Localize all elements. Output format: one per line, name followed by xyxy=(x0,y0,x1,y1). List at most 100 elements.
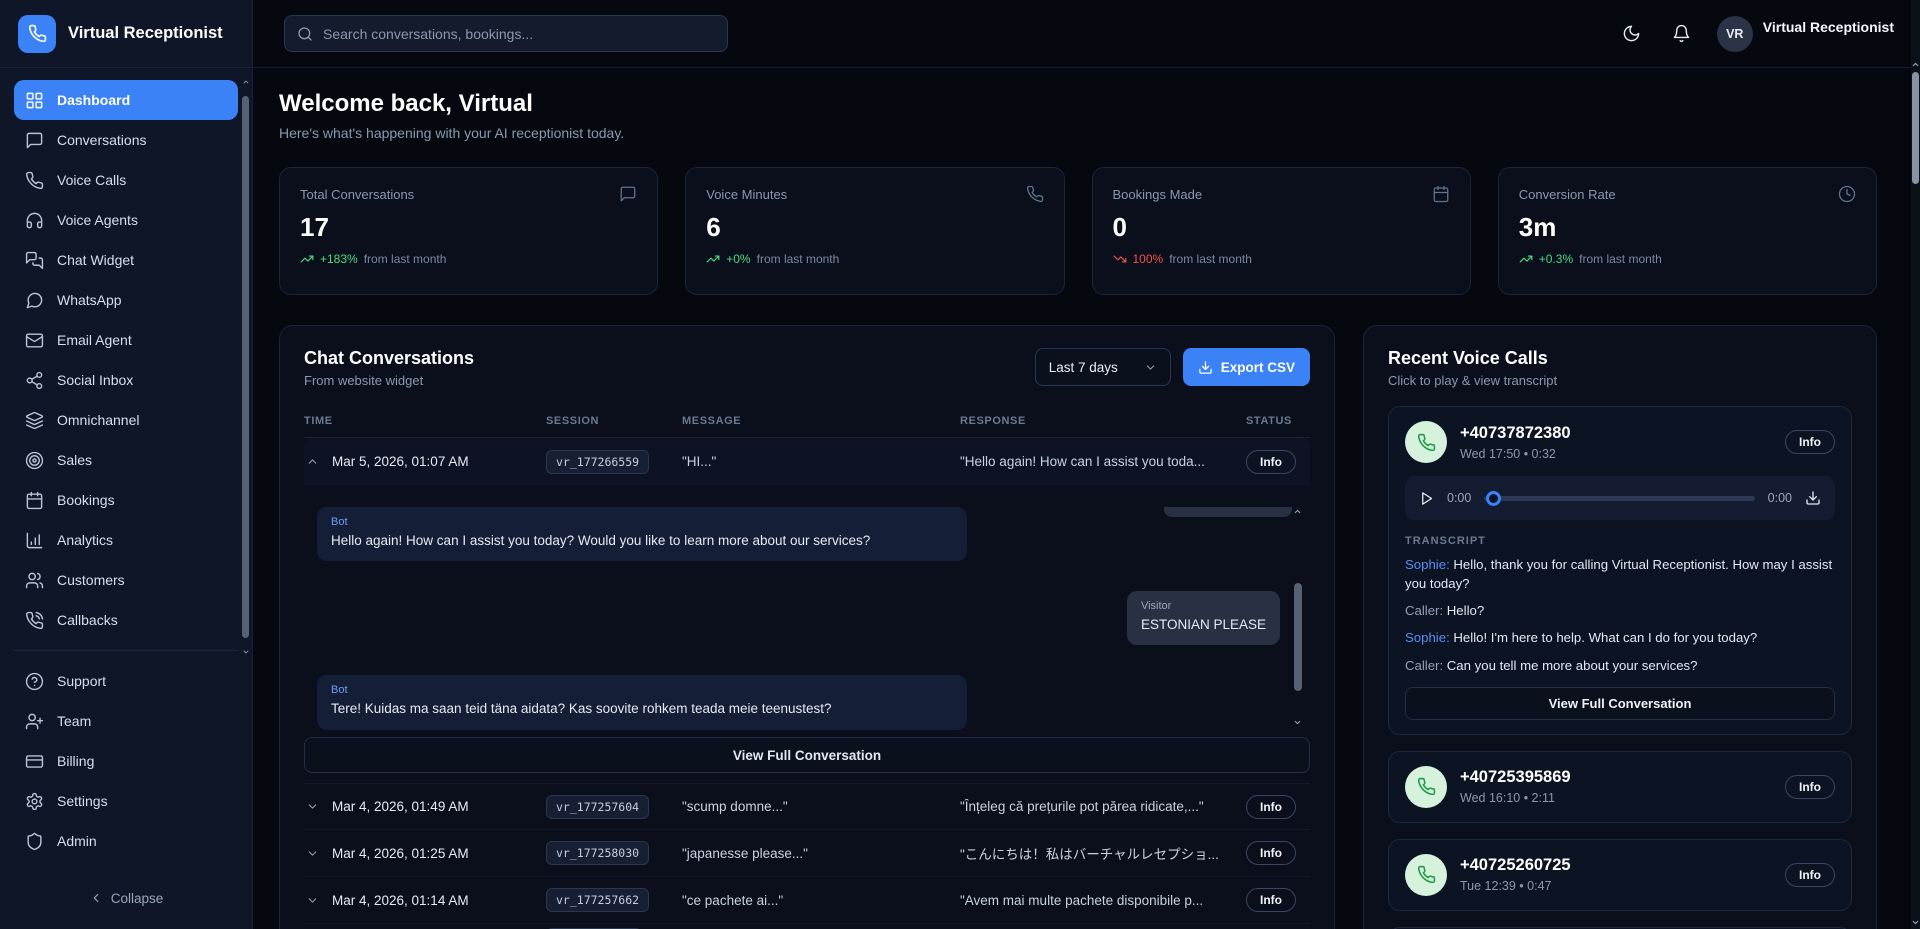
chevron-down-icon[interactable] xyxy=(1911,918,1920,927)
stat-card-total-conversations: Total Conversations 17 +183% from last m… xyxy=(279,167,658,295)
sidebar-item-billing[interactable]: Billing xyxy=(14,741,238,781)
transcript-label: TRANSCRIPT xyxy=(1405,535,1835,547)
sidebar-collapse-button[interactable]: Collapse xyxy=(0,881,252,915)
chevron-up-icon[interactable] xyxy=(242,78,250,86)
sidebar-item-voice-agents[interactable]: Voice Agents xyxy=(14,200,238,240)
sidebar-item-voice-calls[interactable]: Voice Calls xyxy=(14,160,238,200)
notifications-button[interactable] xyxy=(1667,19,1697,49)
sidebar-scrollbar-thumb[interactable] xyxy=(242,96,249,638)
stat-card-conversion-rate: Conversion Rate 3m +0.3% from last month xyxy=(1498,167,1877,295)
users-icon xyxy=(25,571,44,590)
call-number: +40725395869 xyxy=(1460,768,1571,787)
message-text: ESTONIAN PLEASE xyxy=(1141,616,1266,634)
chevron-down-icon xyxy=(306,894,319,907)
info-button[interactable]: Info xyxy=(1246,795,1296,819)
avatar[interactable]: VR xyxy=(1717,16,1753,52)
info-button[interactable]: Info xyxy=(1785,430,1835,454)
topbar: VR Virtual Receptionist xyxy=(253,0,1920,68)
sidebar-item-customers[interactable]: Customers xyxy=(14,560,238,600)
page-scrollbar-thumb[interactable] xyxy=(1912,72,1919,184)
player-seek-slider[interactable] xyxy=(1484,491,1754,506)
chevron-down-icon[interactable] xyxy=(242,648,250,656)
page-title: Welcome back, Virtual xyxy=(279,90,1877,118)
view-full-conversation-button[interactable]: View Full Conversation xyxy=(304,737,1310,773)
sidebar-item-chat-widget[interactable]: Chat Widget xyxy=(14,240,238,280)
calendar-icon xyxy=(1432,185,1450,203)
sidebar-item-email-agent[interactable]: Email Agent xyxy=(14,320,238,360)
call-card[interactable]: +40737872380 Wed 17:50 • 0:32 Info 0:00 … xyxy=(1388,406,1852,735)
row-time: Mar 4, 2026, 01:25 AM xyxy=(332,846,469,861)
sidebar-item-admin[interactable]: Admin xyxy=(14,821,238,861)
stat-delta-value: +183% xyxy=(320,252,358,266)
sidebar-item-label: Support xyxy=(57,673,106,689)
chat-widget-icon xyxy=(25,251,44,270)
row-message: "scump domne..." xyxy=(682,799,960,814)
stat-delta-value: +0.3% xyxy=(1539,252,1573,266)
call-card[interactable]: +40725260725 Tue 12:39 • 0:47 Info xyxy=(1388,839,1852,911)
transcript-text: Can you tell me more about your services… xyxy=(1447,658,1698,673)
chevron-up-icon[interactable] xyxy=(1911,60,1920,69)
conversation-scrollbar-thumb[interactable] xyxy=(1294,583,1302,691)
conversation-scrollbar[interactable] xyxy=(1293,511,1302,723)
message-circle-icon xyxy=(25,291,44,310)
sidebar-item-label: Bookings xyxy=(57,492,115,508)
sidebar-item-analytics[interactable]: Analytics xyxy=(14,520,238,560)
search-box[interactable] xyxy=(284,15,728,52)
chevron-up-icon[interactable] xyxy=(1293,507,1302,516)
search-input[interactable] xyxy=(323,26,715,42)
stat-value: 3m xyxy=(1519,212,1856,243)
play-icon[interactable] xyxy=(1419,491,1434,506)
info-button[interactable]: Info xyxy=(1785,775,1835,799)
sidebar-item-team[interactable]: Team xyxy=(14,701,238,741)
phone-icon xyxy=(1026,185,1044,203)
brand-logo xyxy=(18,15,56,53)
sidebar-item-whatsapp[interactable]: WhatsApp xyxy=(14,280,238,320)
table-row[interactable]: Mar 5, 2026, 01:07 AM vr_177266559 "HI..… xyxy=(304,438,1310,485)
sidebar-item-callbacks[interactable]: Callbacks xyxy=(14,600,238,640)
sidebar-divider xyxy=(14,650,238,651)
stat-value: 6 xyxy=(706,212,1043,243)
brand-name: Virtual Receptionist xyxy=(68,24,223,43)
sidebar-item-support[interactable]: Support xyxy=(14,661,238,701)
speaker-label: Caller: xyxy=(1405,603,1443,618)
stat-delta-suffix: from last month xyxy=(364,252,447,266)
call-meta: Wed 17:50 • 0:32 xyxy=(1460,447,1571,461)
date-range-select[interactable]: Last 7 days xyxy=(1035,348,1171,386)
sidebar-item-conversations[interactable]: Conversations xyxy=(14,120,238,160)
sidebar-item-sales[interactable]: Sales xyxy=(14,440,238,480)
sidebar-item-dashboard[interactable]: Dashboard xyxy=(14,80,238,120)
theme-toggle-button[interactable] xyxy=(1617,19,1647,49)
sidebar-item-omnichannel[interactable]: Omnichannel xyxy=(14,400,238,440)
sidebar-item-bookings[interactable]: Bookings xyxy=(14,480,238,520)
info-button[interactable]: Info xyxy=(1246,450,1296,474)
info-button[interactable]: Info xyxy=(1785,863,1835,887)
view-full-conversation-button[interactable]: View Full Conversation xyxy=(1405,687,1835,720)
page-scrollbar[interactable] xyxy=(1911,0,1920,929)
date-range-value: Last 7 days xyxy=(1049,360,1118,375)
sidebar-scrollbar[interactable] xyxy=(242,80,250,654)
info-button[interactable]: Info xyxy=(1246,888,1296,912)
player-current-time: 0:00 xyxy=(1447,491,1471,505)
table-row[interactable]: Mar 4, 2026, 01:14 AM vr_177257662 "ce p… xyxy=(304,877,1310,924)
table-row[interactable]: Mar 4, 2026, 01:25 AM vr_177258030 "japa… xyxy=(304,830,1310,877)
session-badge: vr_177257604 xyxy=(546,795,649,819)
main-content: Welcome back, Virtual Here's what's happ… xyxy=(253,68,1920,929)
transcript-text: Hello! I'm here to help. What can I do f… xyxy=(1453,630,1757,645)
call-card[interactable]: +40725395869 Wed 16:10 • 2:11 Info xyxy=(1388,751,1852,823)
table-row[interactable]: Mar 4, 2026, 01:49 AM vr_177257604 "scum… xyxy=(304,783,1310,830)
chevron-down-icon[interactable] xyxy=(1293,718,1302,727)
slider-thumb[interactable] xyxy=(1486,491,1501,506)
sidebar-item-settings[interactable]: Settings xyxy=(14,781,238,821)
sidebar-item-social-inbox[interactable]: Social Inbox xyxy=(14,360,238,400)
sidebar-item-label: Omnichannel xyxy=(57,412,140,428)
phone-icon xyxy=(1417,865,1436,884)
chat-bubble-icon xyxy=(25,131,44,150)
chat-panel-title: Chat Conversations xyxy=(304,348,474,369)
download-icon[interactable] xyxy=(1805,490,1821,506)
chevron-up-icon xyxy=(306,455,319,468)
user-menu[interactable]: VR Virtual Receptionist xyxy=(1717,16,1894,52)
sidebar-item-label: Email Agent xyxy=(57,332,132,348)
info-button[interactable]: Info xyxy=(1246,841,1296,865)
recent-voice-calls-panel: Recent Voice Calls Click to play & view … xyxy=(1363,325,1877,929)
export-csv-button[interactable]: Export CSV xyxy=(1183,348,1310,386)
